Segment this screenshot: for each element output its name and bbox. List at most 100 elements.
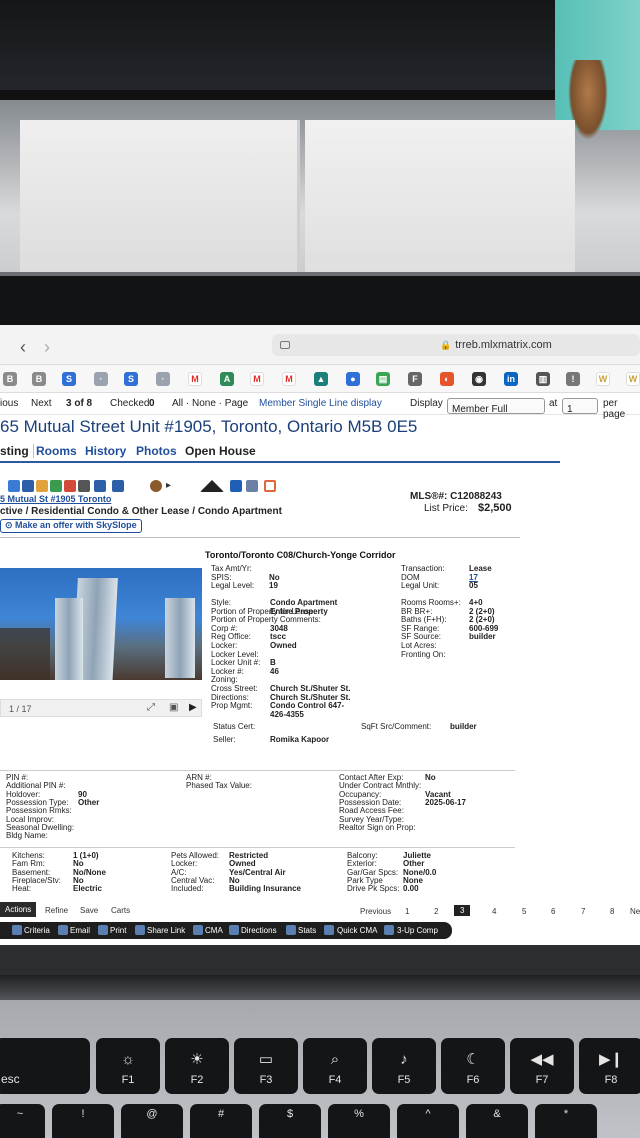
gallery-icon[interactable]: ▣ (169, 702, 178, 713)
page-link[interactable]: 1 (405, 907, 409, 916)
bookmark-icon[interactable]: S (124, 372, 138, 386)
detail-value: 426-4355 (270, 709, 304, 719)
forward-icon[interactable]: › (44, 337, 50, 358)
link-icon[interactable] (246, 480, 258, 492)
key-esc[interactable]: esc (0, 1038, 90, 1094)
listing-photo[interactable] (0, 568, 202, 680)
bookmark-icon[interactable]: B (32, 372, 46, 386)
select-links[interactable]: All · None · Page (172, 398, 248, 409)
bookmark-icon[interactable]: · (94, 372, 108, 386)
tab-rooms[interactable]: Rooms (36, 444, 77, 458)
key-f1[interactable]: ☼ F1 (96, 1038, 160, 1094)
tab-overview-icon[interactable] (280, 341, 290, 349)
globe-icon[interactable] (50, 480, 62, 492)
play-pause-icon: ▶❙ (598, 1051, 624, 1068)
map-icon[interactable] (8, 480, 20, 492)
three-up-comp-button[interactable]: 3-Up Comp (397, 926, 438, 935)
bookmark-icon[interactable]: · (156, 372, 170, 386)
key-tilde[interactable]: ~ (0, 1104, 45, 1138)
tab-open-house[interactable]: Open House (185, 444, 256, 458)
cma-button[interactable]: CMA (205, 926, 223, 935)
tab-history[interactable]: History (85, 444, 126, 458)
wifi-icon[interactable] (78, 480, 90, 492)
fullscreen-icon[interactable]: ⤢ (147, 702, 155, 713)
page-link[interactable]: 7 (581, 907, 585, 916)
key-6[interactable]: ^ (397, 1104, 459, 1138)
page-link[interactable]: 6 (551, 907, 555, 916)
pagination-previous[interactable]: Previous (360, 907, 391, 916)
subtab-refine[interactable]: Refine (45, 906, 68, 915)
skyslope-offer-button[interactable]: ⊙ Make an offer with SkySlope (0, 519, 142, 533)
key-f8[interactable]: ▶❙ F8 (579, 1038, 640, 1094)
key-5[interactable]: % (328, 1104, 390, 1138)
page-link[interactable]: 2 (434, 907, 438, 916)
bookmark-icon[interactable]: ▤ (376, 372, 390, 386)
back-icon[interactable]: ‹ (20, 337, 26, 358)
key-f2[interactable]: ☀ F2 (165, 1038, 229, 1094)
next-photo-icon[interactable]: ▶ (189, 702, 197, 713)
subtab-carts[interactable]: Carts (111, 906, 130, 915)
bookmark-icon[interactable]: A (220, 372, 234, 386)
bookmark-icon[interactable]: ▲ (314, 372, 328, 386)
print-button[interactable]: Print (110, 926, 126, 935)
key-8[interactable]: * (535, 1104, 597, 1138)
home-icon[interactable] (264, 480, 276, 492)
reject-icon[interactable] (64, 480, 76, 492)
stats-button[interactable]: Stats (298, 926, 316, 935)
key-1[interactable]: ! (52, 1104, 114, 1138)
subtab-save[interactable]: Save (80, 906, 98, 915)
play-icon[interactable]: ▸ (166, 480, 178, 492)
next-link[interactable]: Next (31, 398, 52, 409)
bookmark-icon[interactable]: ● (346, 372, 360, 386)
page-link[interactable]: 4 (492, 907, 496, 916)
gmail-icon[interactable]: M (188, 372, 202, 386)
bookmark-icon[interactable]: S (62, 372, 76, 386)
key-f3[interactable]: ▭ F3 (234, 1038, 298, 1094)
tab-photos[interactable]: Photos (136, 444, 177, 458)
directions-button[interactable]: Directions (241, 926, 277, 935)
address-bar[interactable]: 🔒 trreb.mlxmatrix.com (272, 334, 640, 356)
key-f6[interactable]: ☾ F6 (441, 1038, 505, 1094)
key-f4[interactable]: ⌕ F4 (303, 1038, 367, 1094)
street-view-icon[interactable] (22, 480, 34, 492)
member-single-line-link[interactable]: Member Single Line display (259, 398, 382, 409)
listing-short-address-link[interactable]: 5 Mutual St #1905 Toronto (0, 494, 111, 504)
bookmark-icon[interactable]: ! (566, 372, 580, 386)
page-link[interactable]: 5 (522, 907, 526, 916)
key-f7[interactable]: ◀◀ F7 (510, 1038, 574, 1094)
gmail-icon[interactable]: M (282, 372, 296, 386)
key-7[interactable]: & (466, 1104, 528, 1138)
share-link-button[interactable]: Share Link (147, 926, 185, 935)
mountain-icon[interactable] (200, 480, 224, 492)
document-icon[interactable] (112, 480, 124, 492)
key-3[interactable]: # (190, 1104, 252, 1138)
bookmark-icon[interactable]: ▥ (536, 372, 550, 386)
bookmark-icon[interactable]: W (596, 372, 610, 386)
favorite-icon[interactable] (36, 480, 48, 492)
subtab-actions[interactable]: Actions (0, 902, 37, 917)
email-button[interactable]: Email (70, 926, 90, 935)
truck-icon[interactable] (230, 480, 242, 492)
bookmark-icon[interactable]: ◐ (440, 372, 454, 386)
page-link-current[interactable]: 3 (454, 905, 471, 916)
display-select[interactable]: Member Full (447, 398, 545, 415)
circle-icon[interactable] (150, 480, 162, 492)
bookmark-icon[interactable]: W (626, 372, 640, 386)
gmail-icon[interactable]: M (250, 372, 264, 386)
linkedin-icon[interactable]: in (504, 372, 518, 386)
previous-link[interactable]: ious (0, 398, 18, 409)
quick-cma-button[interactable]: Quick CMA (337, 926, 377, 935)
criteria-button[interactable]: Criteria (24, 926, 50, 935)
bookmark-icon[interactable]: ◉ (472, 372, 486, 386)
print-icon[interactable] (94, 480, 106, 492)
key-4[interactable]: $ (259, 1104, 321, 1138)
bookmark-icon[interactable]: F (408, 372, 422, 386)
page-link[interactable]: 8 (610, 907, 614, 916)
detail-row: Heat: Electric (12, 884, 102, 893)
tab-listing[interactable]: sting (0, 444, 34, 458)
key-2[interactable]: @ (121, 1104, 183, 1138)
bookmark-icon[interactable]: B (3, 372, 17, 386)
key-f5[interactable]: ♪ F5 (372, 1038, 436, 1094)
pagination-next[interactable]: Ne (630, 907, 640, 916)
per-page-select[interactable]: 1 (562, 398, 598, 415)
